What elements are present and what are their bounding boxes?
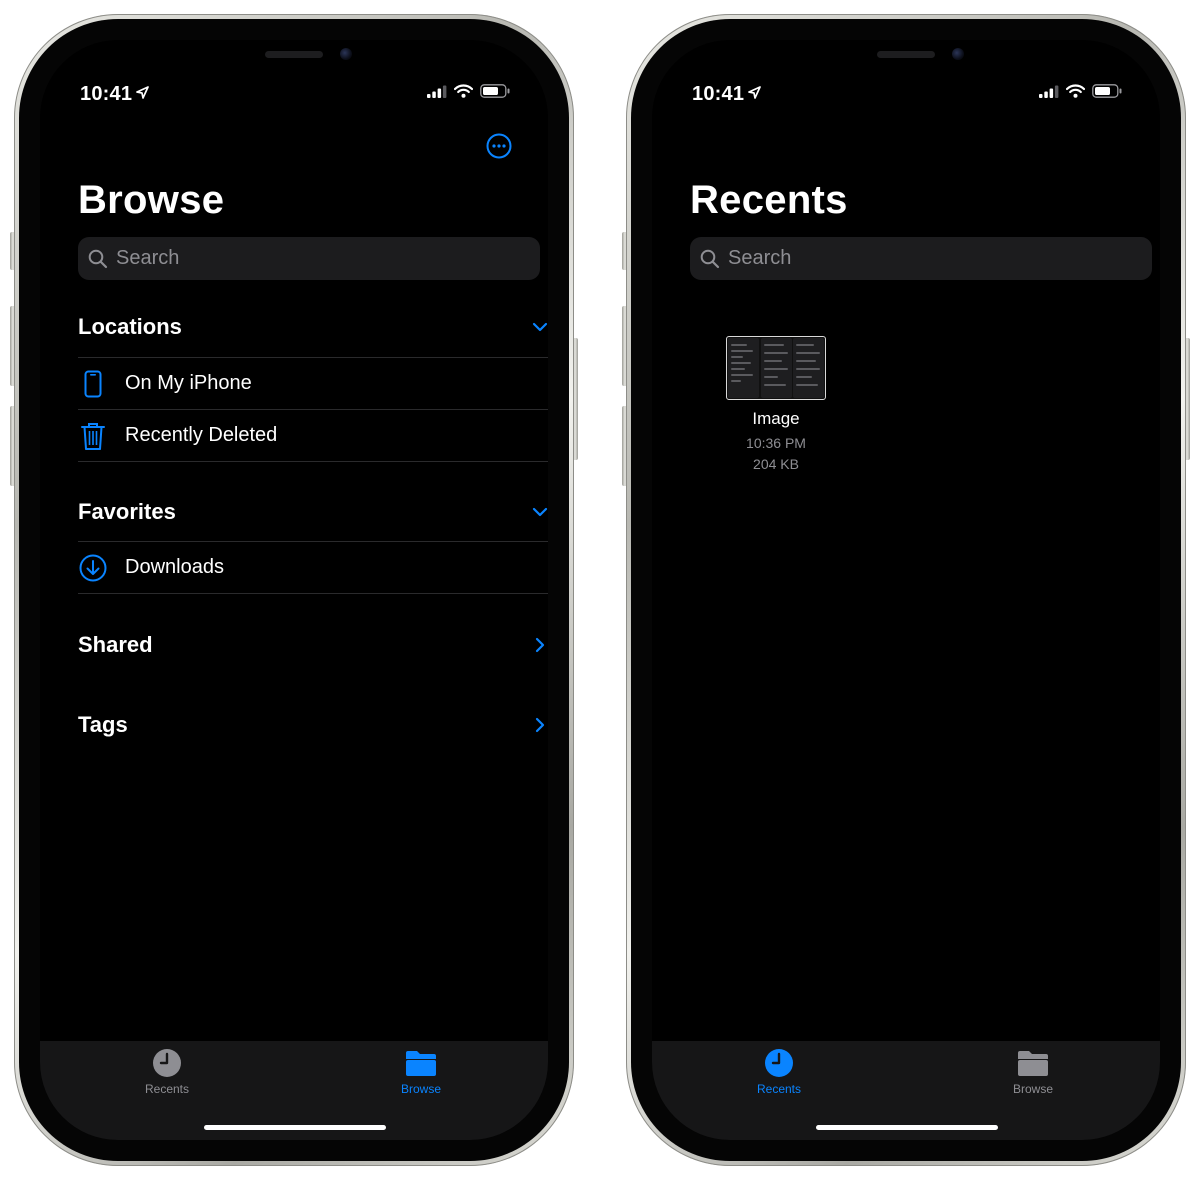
tab-label: Browse [400,1082,441,1096]
thumbnail-screen [728,338,759,398]
thumbnail-screen [760,338,792,398]
folder-icon [1017,1048,1049,1078]
phone-recents: 10:41 Recents Search Image 10:36 PM 204 … [622,14,1190,1166]
file-time: 10:36 PM [746,435,806,451]
folder-icon [405,1048,437,1078]
tab-label: Recents [144,1082,190,1096]
screen: 10:41 Recents Search Image 10:36 PM 204 … [652,40,1160,1140]
earpiece-speaker [265,51,323,58]
page-title: Browse [78,178,225,222]
search-field[interactable]: Search [690,237,1152,280]
chevron-down-icon[interactable] [530,317,548,337]
status-icons [1039,84,1122,98]
iphone-icon [78,369,108,399]
earpiece-speaker [877,51,935,58]
section-title: Shared [78,632,153,657]
list-item-label: On My iPhone [125,372,252,394]
page-title: Recents [690,178,848,222]
tab-bar: Recents Browse [652,1041,1160,1140]
chevron-right-icon[interactable] [530,635,548,655]
trash-icon [78,421,108,451]
front-camera [952,48,964,60]
tab-label: Recents [756,1082,802,1096]
search-icon [88,249,108,268]
ellipsis-circle-icon[interactable] [486,133,512,159]
tab-browse[interactable]: Browse [351,1048,491,1096]
file-size: 204 KB [753,456,799,472]
list-item-label: Downloads [125,556,224,578]
search-placeholder: Search [728,247,792,269]
chevron-down-icon[interactable] [530,502,548,522]
home-indicator[interactable] [816,1125,998,1130]
tab-bar: Recents Browse [40,1041,548,1140]
home-indicator[interactable] [204,1125,386,1130]
section-title: Favorites [78,499,176,524]
section-tags[interactable]: Tags [78,705,548,745]
thumbnail-screen [793,338,824,398]
section-shared[interactable]: Shared [78,625,548,665]
file-name: Image [752,409,800,428]
list-item-downloads[interactable]: Downloads [78,541,548,594]
section-title: Tags [78,712,128,737]
battery-icon [1092,84,1122,98]
section-locations-header[interactable]: Locations [78,307,548,347]
chevron-right-icon[interactable] [530,715,548,735]
tab-recents[interactable]: Recents [709,1048,849,1096]
file-thumbnail [726,336,826,400]
section-favorites-header[interactable]: Favorites [78,492,548,532]
clock-icon [763,1048,795,1078]
section-title: Locations [78,314,182,339]
cellular-signal-icon [427,85,447,98]
tab-recents[interactable]: Recents [97,1048,237,1096]
battery-icon [480,84,510,98]
tab-browse[interactable]: Browse [963,1048,1103,1096]
screen: 10:41 Browse Search Locations On My iPho… [40,40,548,1140]
tab-label: Browse [1012,1082,1053,1096]
search-placeholder: Search [116,247,180,269]
status-bar-time: 10:41 [692,82,762,106]
cellular-signal-icon [1039,85,1059,98]
search-field[interactable]: Search [78,237,540,280]
phone-browse: 10:41 Browse Search Locations On My iPho… [10,14,578,1166]
status-time-text: 10:41 [692,83,745,105]
search-icon [700,249,720,268]
clock-icon [151,1048,183,1078]
location-arrow-icon [748,82,762,105]
list-item-label: Recently Deleted [125,424,278,446]
list-item-recently-deleted[interactable]: Recently Deleted [78,409,548,462]
location-arrow-icon [136,82,150,105]
front-camera [340,48,352,60]
wifi-icon [1066,84,1085,98]
download-circle-icon [78,553,108,583]
file-item[interactable]: Image 10:36 PM 204 KB [714,336,838,475]
list-item-on-my-iphone[interactable]: On My iPhone [78,357,548,409]
wifi-icon [454,84,473,98]
status-icons [427,84,510,98]
status-time-text: 10:41 [80,83,133,105]
status-bar-time: 10:41 [80,82,150,106]
